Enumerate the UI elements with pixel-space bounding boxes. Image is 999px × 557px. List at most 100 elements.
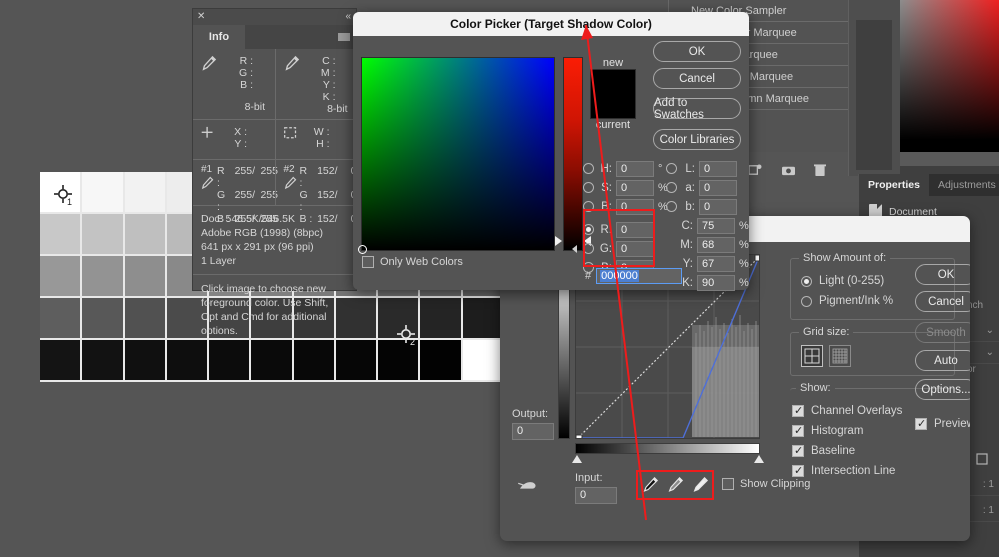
input-input[interactable]: 0 [575, 487, 617, 504]
color-picker-field[interactable] [358, 57, 555, 254]
double-chevron-left-icon[interactable]: « [345, 11, 351, 23]
input-yellow[interactable]: 67 [697, 255, 735, 272]
info-panel-body: R : G : B : 8-bit C : M : Y : K : 8-bit [193, 49, 357, 345]
lab-b-row[interactable]: b: 0 [666, 197, 737, 216]
curves-ok-button[interactable]: OK [915, 264, 970, 285]
wedge-cell [124, 214, 167, 256]
only-web-colors-row[interactable]: Only Web Colors [362, 256, 463, 268]
cmyk-k-row[interactable]: K: 90 % [679, 273, 749, 292]
color-field-marker[interactable] [358, 245, 367, 254]
info-wh-readout: W : H : [274, 120, 357, 159]
radio-lightness[interactable] [666, 163, 677, 174]
preview-checkbox[interactable] [915, 417, 927, 430]
black-point-eyedropper-icon[interactable] [641, 476, 659, 494]
info-panel-titlebar: ✕ « [193, 9, 356, 25]
label-b-lab: b: [685, 200, 695, 213]
new-color-swatch[interactable] [590, 69, 636, 119]
channel-overlays-checkbox[interactable] [792, 404, 804, 417]
hsb-s-row[interactable]: S: 0 % [583, 178, 668, 197]
radio-light-input[interactable] [801, 275, 812, 287]
radio-a[interactable] [666, 182, 677, 193]
lab-l-row[interactable]: L: 0 [666, 159, 737, 178]
color-sampler-marker-1[interactable]: 1 [52, 184, 76, 208]
label-b: B : [240, 79, 253, 91]
show-clipping-checkbox[interactable] [722, 478, 734, 490]
sampler2-r-before: 152/ [317, 165, 338, 177]
color-picker-hex-row[interactable]: # 000000 [585, 268, 683, 284]
hex-input[interactable]: 000000 [596, 268, 683, 284]
white-point-handle[interactable] [754, 455, 764, 463]
input-lightness[interactable]: 0 [699, 160, 737, 177]
saturation-brightness-field[interactable] [362, 58, 554, 250]
output-input[interactable]: 0 [512, 423, 554, 440]
layers-panel-toolbar[interactable] [740, 160, 850, 180]
input-a[interactable]: 0 [699, 179, 737, 196]
hue-slider-handle-left[interactable] [555, 236, 562, 246]
baseline-checkbox[interactable] [792, 444, 804, 457]
input-magenta[interactable]: 68 [697, 236, 735, 253]
radio-h[interactable] [583, 163, 594, 174]
curves-preview-row[interactable]: Preview [915, 417, 970, 430]
hsb-h-row[interactable]: H: 0 ° [583, 159, 668, 178]
color-picker-collapse-icon[interactable] [572, 245, 577, 253]
input-s[interactable]: 0 [616, 179, 654, 196]
histogram-checkbox[interactable] [792, 424, 804, 437]
tab-info[interactable]: Info [193, 25, 245, 49]
radio-s[interactable] [583, 182, 594, 193]
input-black[interactable]: 90 [697, 274, 735, 291]
cmyk-y-row[interactable]: Y: 67 % [679, 254, 749, 273]
intersection-line-label: Intersection Line [811, 465, 896, 477]
smudge-finger-icon[interactable] [518, 478, 538, 497]
only-web-colors-checkbox[interactable] [362, 256, 374, 268]
properties-panel-tabs[interactable]: Properties Adjustments Libra [859, 174, 999, 196]
input-cyan[interactable]: 75 [697, 217, 735, 234]
intersection-line-checkbox[interactable] [792, 464, 804, 477]
curves-eyedroppers-group[interactable] [636, 470, 714, 500]
curves-output-group: Output: 0 [512, 408, 554, 440]
sampler1-g-before: 255/ [234, 189, 255, 201]
sampler1-g-label: G : [217, 189, 226, 213]
label-c: C : [322, 55, 336, 67]
info-panel-tabrow[interactable]: Info [193, 25, 356, 49]
tab-properties[interactable]: Properties [859, 174, 929, 196]
color-picker-ok-button[interactable]: OK [653, 41, 741, 62]
new-fill-layer-icon[interactable] [748, 163, 763, 177]
close-icon[interactable]: ✕ [197, 11, 205, 23]
wedge-cell [335, 340, 379, 382]
checkbox-intersection-line[interactable]: Intersection Line [792, 461, 947, 481]
eyedropper-icon [284, 176, 296, 190]
histogram-label: Histogram [811, 425, 864, 437]
color-sampler-marker-2[interactable]: 2 [395, 324, 419, 348]
snapshot-camera-icon[interactable] [781, 164, 796, 177]
curves-auto-button[interactable]: Auto [915, 350, 970, 371]
white-point-eyedropper-icon[interactable] [691, 476, 709, 494]
curves-options-button[interactable]: Options... [915, 379, 970, 400]
color-picker-cmyk-group: C: 75 % M: 68 % Y: 67 % K: 90 % [679, 216, 749, 292]
cmyk-c-row[interactable]: C: 75 % [679, 216, 749, 235]
sampler1-r-label: R : [217, 165, 225, 189]
grid-10x10-icon[interactable] [829, 345, 851, 367]
baseline-label: Baseline [811, 445, 856, 457]
color-picker-cancel-button[interactable]: Cancel [653, 68, 741, 89]
panel-menu-icon[interactable] [338, 33, 350, 41]
tab-adjustments[interactable]: Adjustments [929, 174, 999, 196]
info-panel[interactable]: ✕ « Info R : G : B : 8-bit C: M: Y: K… [192, 8, 357, 337]
cmyk-m-row[interactable]: M: 68 % [679, 235, 749, 254]
checkbox-baseline[interactable]: Baseline [792, 441, 947, 461]
color-libraries-button[interactable]: Color Libraries [653, 129, 741, 150]
label-y: Y : [234, 138, 247, 150]
input-h[interactable]: 0 [616, 160, 654, 177]
hue-slider[interactable] [563, 57, 583, 251]
gray-point-eyedropper-icon[interactable] [666, 476, 684, 494]
radio-b-lab[interactable] [666, 201, 677, 212]
wedge-cell [124, 298, 167, 340]
lab-a-row[interactable]: a: 0 [666, 178, 737, 197]
red-gradient-document[interactable] [900, 0, 999, 152]
input-b-lab[interactable]: 0 [699, 198, 737, 215]
radio-pigment-ink-input[interactable] [801, 295, 812, 307]
delete-trash-icon[interactable] [814, 163, 826, 177]
black-point-handle[interactable] [572, 455, 582, 463]
curves-cancel-button[interactable]: Cancel [915, 291, 970, 312]
add-to-swatches-button[interactable]: Add to Swatches [653, 97, 741, 121]
grid-4x4-icon[interactable] [801, 345, 823, 367]
